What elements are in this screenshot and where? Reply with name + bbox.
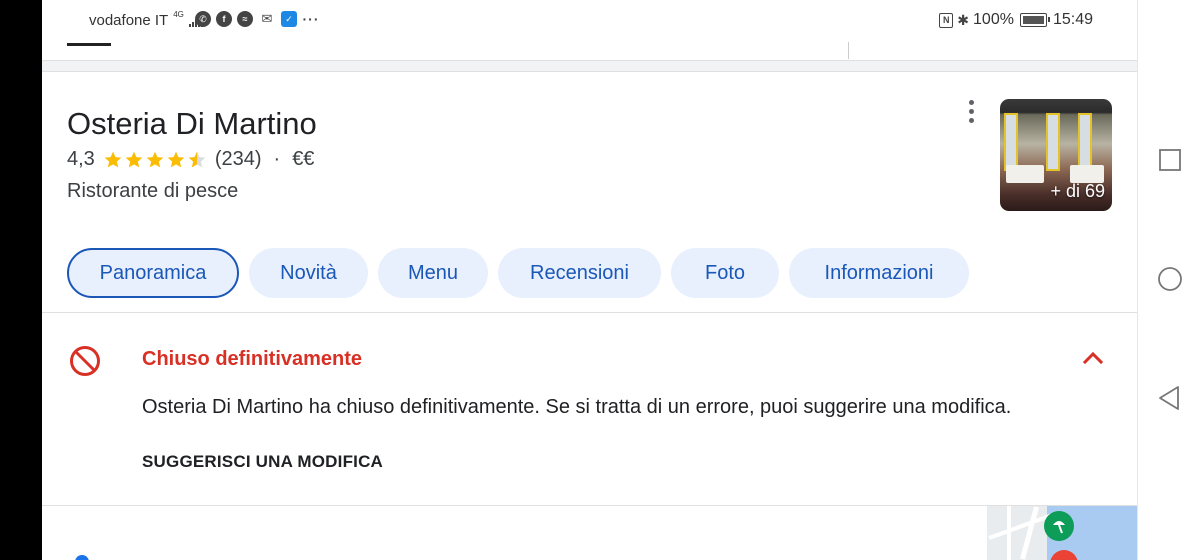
- status-bar: vodafone IT 4G ✆ f ≈ ✉ ✓ ··· N ✱ 100% 15…: [42, 0, 1137, 42]
- gmail-icon: ✉: [261, 11, 273, 26]
- more-options-icon[interactable]: [959, 98, 983, 124]
- more-notifications-icon: ···: [302, 11, 320, 27]
- tab-foto[interactable]: Foto: [671, 248, 779, 298]
- price-level: €€: [292, 148, 315, 170]
- reviews-count: (234): [214, 148, 262, 170]
- place-title: Osteria Di Martino: [67, 106, 317, 141]
- chevron-up-icon[interactable]: [1082, 347, 1104, 369]
- system-nav-bar: [1137, 0, 1200, 560]
- tab-informazioni[interactable]: Informazioni: [789, 248, 969, 298]
- system-status: N ✱ 100% 15:49: [939, 11, 1093, 29]
- closed-status-title: Chiuso definitivamente: [142, 348, 363, 370]
- photo-detail: [1006, 165, 1044, 183]
- prohibited-icon: [70, 346, 100, 376]
- nfc-icon: N: [939, 12, 954, 28]
- photo-detail: [1004, 113, 1018, 171]
- divider: [848, 42, 849, 59]
- battery-icon: [1019, 13, 1050, 27]
- beach-pin-icon: [1044, 511, 1074, 541]
- carrier-info: vodafone IT 4G: [89, 10, 203, 29]
- tab-novita[interactable]: Novità: [249, 248, 368, 298]
- location-icon: [75, 555, 89, 560]
- rating-row[interactable]: 4,3 (234) · €€: [67, 148, 314, 171]
- photo-detail: [1046, 113, 1060, 171]
- separator-dot: ·: [273, 148, 281, 170]
- star-rating: [103, 150, 208, 170]
- section-divider: [42, 312, 1137, 313]
- star-icon: [167, 151, 185, 167]
- app-icon: ✓: [281, 11, 297, 27]
- half-star-icon: [188, 151, 206, 167]
- bluetooth-icon: ✱: [957, 11, 970, 28]
- recent-apps-icon[interactable]: [1157, 147, 1183, 173]
- star-icon: [125, 151, 143, 167]
- map-road: [1020, 506, 1039, 560]
- star-icon: [146, 151, 164, 167]
- photo-detail: [1078, 113, 1092, 171]
- maps-place-screen: vodafone IT 4G ✆ f ≈ ✉ ✓ ··· N ✱ 100% 15…: [42, 0, 1137, 560]
- notification-icons: ✆ f ≈ ✉ ✓ ···: [195, 11, 320, 27]
- facebook-icon: f: [216, 11, 232, 27]
- top-tab-indicator: [67, 43, 111, 46]
- screen-bezel: [0, 0, 42, 560]
- photo-count: + di 69: [1050, 181, 1105, 201]
- section-divider: [42, 60, 1137, 72]
- battery-percent: 100%: [973, 11, 1014, 28]
- suggest-edit-button[interactable]: SUGGERISCI UNA MODIFICA: [142, 452, 383, 472]
- home-icon[interactable]: [1157, 266, 1183, 292]
- network-type: 4G: [173, 10, 184, 19]
- mini-map[interactable]: [987, 506, 1137, 560]
- rating-value: 4,3: [67, 148, 95, 170]
- place-category: Ristorante di pesce: [67, 180, 239, 202]
- messenger-icon: ≈: [237, 11, 253, 27]
- place-photo-thumbnail[interactable]: + di 69: [1000, 99, 1112, 211]
- closed-status-description: Osteria Di Martino ha chiuso definitivam…: [142, 396, 1012, 418]
- tab-menu[interactable]: Menu: [378, 248, 488, 298]
- map-road: [1007, 506, 1011, 560]
- section-divider: [42, 505, 1137, 506]
- back-icon[interactable]: [1157, 385, 1183, 411]
- whatsapp-icon: ✆: [195, 11, 211, 27]
- star-icon: [104, 151, 122, 167]
- tab-recensioni[interactable]: Recensioni: [498, 248, 661, 298]
- tab-panoramica[interactable]: Panoramica: [67, 248, 239, 298]
- place-tabs: Panoramica Novità Menu Recensioni Foto I…: [67, 248, 969, 298]
- carrier-name: vodafone IT: [89, 12, 169, 29]
- clock: 15:49: [1052, 11, 1093, 28]
